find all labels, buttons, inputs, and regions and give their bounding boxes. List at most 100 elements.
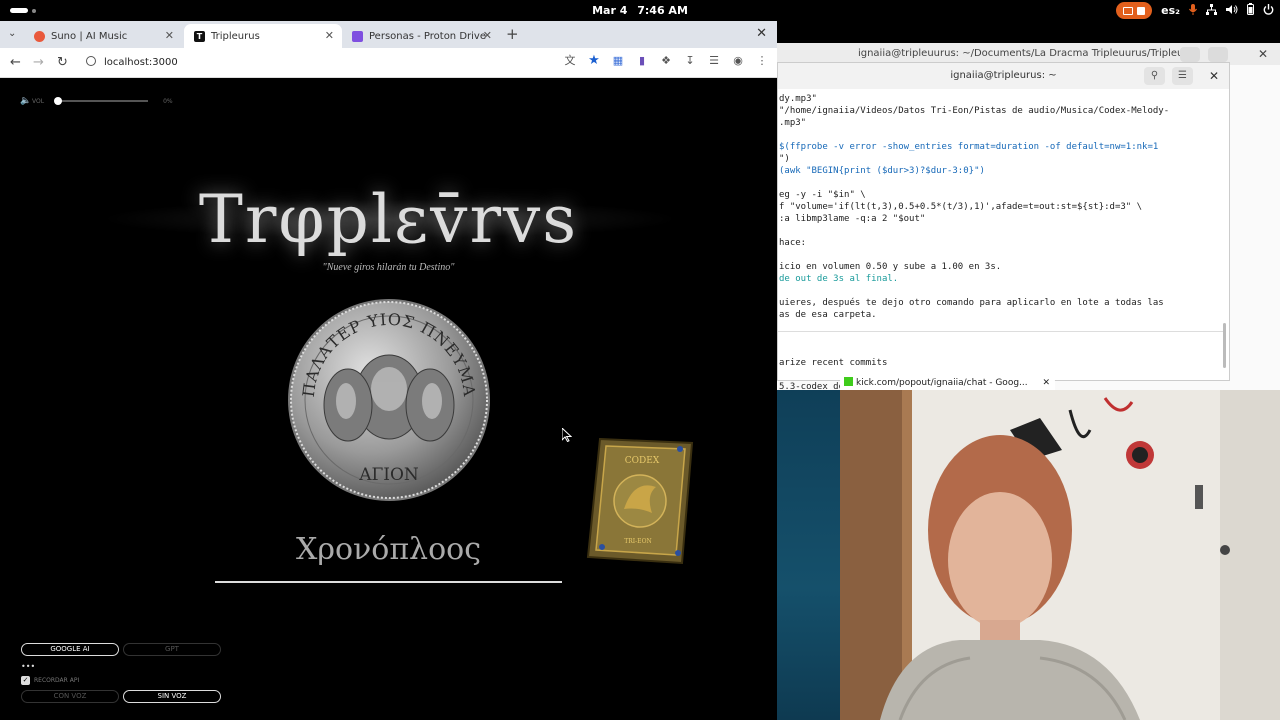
screen-icon xyxy=(1123,6,1134,15)
terminal-line: :a libmp3lame -q:a 2 "$out" xyxy=(779,214,926,224)
terminal-line: eg -y -i "$in" \ xyxy=(779,190,866,200)
terminal-line: arize recent commits xyxy=(779,358,888,368)
tripleurus-icon: T xyxy=(194,30,205,42)
menu-kebab-icon[interactable]: ⋮ xyxy=(755,54,769,68)
screen-recording-indicator[interactable] xyxy=(1116,2,1153,19)
terminal-line: icio en volumen 0.50 y sube a 1.00 en 3s… xyxy=(779,262,1002,272)
tab-proton-drive[interactable]: Personas - Proton Drive ✕ xyxy=(342,24,500,48)
power-icon[interactable] xyxy=(1263,3,1274,18)
webcam-overlay xyxy=(840,390,1280,720)
api-key-dots[interactable]: ••• xyxy=(21,662,35,671)
system-top-bar: Mar 4 7:46 AM es₂ xyxy=(0,0,1280,21)
keyboard-layout[interactable]: es₂ xyxy=(1161,4,1180,17)
media-control-icon[interactable]: ☰ xyxy=(707,54,721,68)
remember-api-checkbox[interactable]: ✓ xyxy=(21,676,30,685)
clock[interactable]: Mar 4 7:46 AM xyxy=(0,4,1280,17)
hamburger-menu-icon[interactable] xyxy=(1208,47,1228,62)
terminal-line: $(ffprobe -v error -show_entries format=… xyxy=(779,142,1159,152)
volume-slider[interactable] xyxy=(54,97,149,105)
site-info-icon[interactable] xyxy=(86,56,96,66)
new-tab-button[interactable]: + xyxy=(506,25,519,43)
volume-percent: 0% xyxy=(163,97,173,105)
microphone-icon[interactable] xyxy=(1189,3,1197,18)
remember-api-option[interactable]: ✓ RECORDAR API xyxy=(21,676,79,685)
tripleurus-page: 🔈 VOL 0% Trφplεv̄rvs "Nueve giros hilará… xyxy=(0,79,777,720)
terminal-line: f "volume='if(lt(t,3),0.5+0.5*(t/3),1)',… xyxy=(779,202,1143,212)
tab-search-chevron-icon[interactable]: ⌄ xyxy=(8,28,16,39)
volume-control: 🔈 VOL 0% xyxy=(20,96,173,106)
terminal-line: "/home/ignaiia/Videos/Datos Tri-Eon/Pist… xyxy=(779,106,1170,116)
terminal-line: as de esa carpeta. xyxy=(779,310,877,320)
three-faced-coin[interactable]: ΠΑΛΑΤΕΡ ΥΙΟΣ ΠΝΕΥΜΑ ΑΓΙΟΝ xyxy=(286,297,492,503)
volume-slider-knob[interactable] xyxy=(54,97,63,105)
volume-icon[interactable] xyxy=(1226,4,1238,18)
time-label: 7:46 AM xyxy=(637,4,688,17)
address-bar[interactable]: localhost:3000 xyxy=(86,56,178,68)
extensions-puzzle-icon[interactable]: ❖ xyxy=(659,54,673,68)
kick-icon xyxy=(844,377,853,386)
terminal-line: ") xyxy=(779,154,790,164)
close-tab-icon[interactable]: ✕ xyxy=(483,29,492,42)
popup-window-tab[interactable]: kick.com/popout/ignaiia/chat - Goog... ✕ xyxy=(840,377,1055,390)
with-voice-button[interactable]: CON VOZ xyxy=(21,690,119,703)
google-translate-extension-icon[interactable]: ▦ xyxy=(611,54,625,68)
search-icon[interactable] xyxy=(1180,47,1200,62)
gpt-button[interactable]: GPT xyxy=(123,643,221,656)
terminal-titlebar[interactable]: ignaiia@tripleurus: ~ ⚲ ☰ ✕ xyxy=(778,63,1229,89)
toolbar-icons: 文 ★ ▦ ▮ ❖ ↧ ☰ ◉ ⋮ xyxy=(563,54,769,68)
network-icon[interactable] xyxy=(1206,3,1217,18)
without-voice-button[interactable]: SIN VOZ xyxy=(123,690,221,703)
tab-label: Tripleurus xyxy=(211,30,260,42)
tab-label: Personas - Proton Drive xyxy=(369,30,486,42)
terminal-line: uieres, después te dejo otro comando par… xyxy=(779,298,1164,308)
terminal-title: ignaiia@tripleurus: ~ xyxy=(950,70,1057,81)
terminal-scrollbar[interactable] xyxy=(1223,323,1226,368)
close-icon[interactable]: ✕ xyxy=(1042,377,1050,390)
close-tab-icon[interactable]: ✕ xyxy=(325,29,334,42)
terminal-line: .mp3" xyxy=(779,118,807,128)
bookmark-star-icon[interactable]: ★ xyxy=(587,54,601,68)
google-ai-button[interactable]: GOOGLE AI xyxy=(21,643,119,656)
close-tab-icon[interactable]: ✕ xyxy=(165,29,174,42)
window-close-icon[interactable]: ✕ xyxy=(756,26,767,41)
speaker-icon[interactable]: 🔈 xyxy=(20,96,31,106)
greek-underline xyxy=(215,581,562,583)
tab-strip: ⌄ Suno | AI Music ✕ T Tripleurus ✕ Perso… xyxy=(0,21,777,48)
terminal-output[interactable]: dy.mp3" "/home/ignaiia/Videos/Datos Tri-E… xyxy=(779,93,1219,393)
suno-icon xyxy=(34,30,45,42)
back-arrow-icon[interactable]: ← xyxy=(10,55,21,70)
tagline: "Nueve giros hilarán tu Destino" xyxy=(322,262,455,273)
hamburger-menu-icon[interactable]: ☰ xyxy=(1172,67,1193,85)
terminal-separator xyxy=(778,331,1225,332)
popup-tab-label: kick.com/popout/ignaiia/chat - Goog... xyxy=(856,378,1028,388)
forward-arrow-icon[interactable]: → xyxy=(33,55,44,70)
stop-icon xyxy=(1137,6,1146,15)
search-icon[interactable]: ⚲ xyxy=(1144,67,1165,85)
tab-suno[interactable]: Suno | AI Music ✕ xyxy=(24,24,182,48)
terminal-line: dy.mp3" xyxy=(779,94,817,104)
volume-label: VOL xyxy=(32,97,45,105)
browser-window: ⌄ Suno | AI Music ✕ T Tripleurus ✕ Perso… xyxy=(0,21,777,720)
terminal-line: de out de 3s al final. xyxy=(779,274,899,284)
reload-icon[interactable]: ↻ xyxy=(57,55,68,70)
terminal-window: ignaiia@tripleurus: ~ ⚲ ☰ ✕ dy.mp3" "/hom… xyxy=(777,62,1230,392)
tab-tripleurus[interactable]: T Tripleurus ✕ xyxy=(184,24,342,48)
terminal-line: hace: xyxy=(779,238,807,248)
date-label: Mar 4 xyxy=(592,4,628,17)
greek-word: Χρονόπλοος xyxy=(295,532,481,567)
close-icon[interactable]: ✕ xyxy=(1258,43,1268,65)
profile-avatar-icon[interactable]: ◉ xyxy=(731,54,745,68)
close-icon[interactable]: ✕ xyxy=(1209,63,1219,89)
terminal-line: (awk "BEGIN{print ($dur>3)?$dur-3:0}") xyxy=(779,166,985,176)
tab-label: Suno | AI Music xyxy=(51,30,128,42)
proton-pass-extension-icon[interactable]: ▮ xyxy=(635,54,649,68)
translate-icon[interactable]: 文 xyxy=(563,54,577,68)
battery-icon[interactable] xyxy=(1247,3,1254,18)
download-icon[interactable]: ↧ xyxy=(683,54,697,68)
